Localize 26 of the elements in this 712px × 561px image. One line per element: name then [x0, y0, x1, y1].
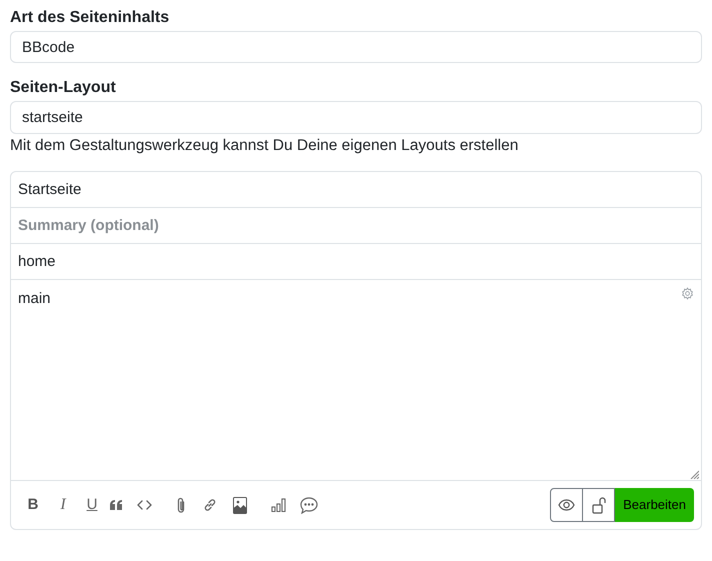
bar-chart-icon[interactable]: [271, 498, 286, 512]
resize-handle-icon[interactable]: [690, 470, 699, 479]
preview-button[interactable]: [550, 488, 584, 522]
speech-bubble-icon[interactable]: [300, 496, 318, 514]
field-label: Seiten-Layout: [10, 78, 117, 98]
quote-icon[interactable]: [110, 500, 123, 510]
editor-field[interactable]: Startseite Summary (optional) home main B I U Bearbeiten: [10, 171, 702, 530]
slug-field[interactable]: home: [11, 244, 701, 280]
help-text: Mit dem Gestaltungswerkzeug kannst Du Deine eigenen Layouts erstellen: [10, 136, 520, 156]
field-label: Art des Seiteninhalts: [10, 8, 170, 28]
italic-button[interactable]: I: [51, 495, 75, 515]
image-icon[interactable]: [233, 496, 247, 514]
body-textarea[interactable]: main: [11, 280, 701, 481]
layout-field[interactable]: startseite: [10, 101, 702, 134]
settings-icon[interactable]: [681, 287, 694, 300]
summary-field[interactable]: Summary (optional): [11, 208, 701, 244]
code-icon[interactable]: [137, 500, 152, 510]
submit-button[interactable]: Bearbeiten: [615, 488, 694, 522]
title-field[interactable]: Startseite: [11, 172, 701, 208]
eye-icon: [558, 499, 576, 511]
bold-button[interactable]: B: [21, 495, 45, 515]
content-type-field[interactable]: BBcode: [10, 31, 702, 63]
paperclip-icon[interactable]: [176, 496, 186, 514]
underline-button[interactable]: U: [80, 495, 104, 515]
unlocked-padlock-icon: [592, 496, 606, 514]
link-icon[interactable]: [203, 498, 217, 512]
